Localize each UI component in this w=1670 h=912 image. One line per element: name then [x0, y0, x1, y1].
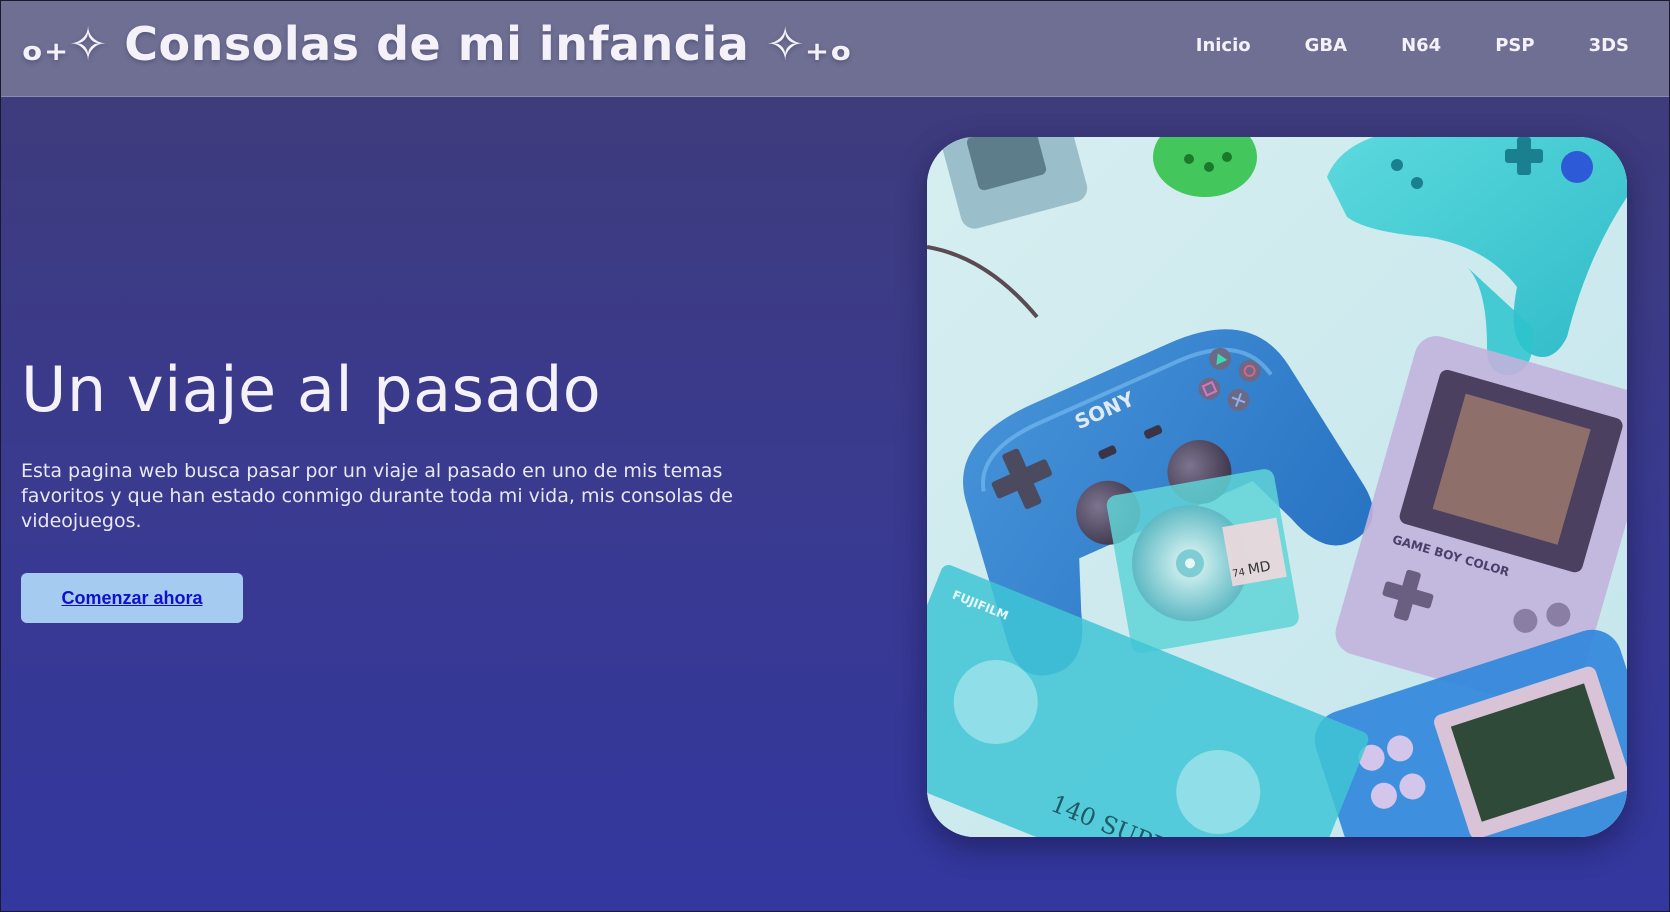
nav-link-n64[interactable]: N64	[1401, 35, 1441, 56]
hero-description: Esta pagina web busca pasar por un viaje…	[21, 460, 733, 532]
hero-heading: Un viaje al pasado	[21, 353, 602, 426]
minidisc: MD 74	[1106, 469, 1299, 654]
site-title[interactable]: ₒ₊✧ Consolas de mi infancia ✧₊ₒ	[21, 17, 853, 71]
nav-link-gba[interactable]: GBA	[1305, 35, 1347, 56]
consoles-illustration: SONY MD 74 GAME BOY COLOR FUJIFILM 140 S…	[927, 137, 1627, 837]
nav-links: Inicio GBA N64 PSP 3DS	[1142, 35, 1629, 56]
start-now-button[interactable]: Comenzar ahora	[21, 573, 243, 623]
navbar: ₒ₊✧ Consolas de mi infancia ✧₊ₒ Inicio G…	[1, 1, 1669, 97]
nav-link-3ds[interactable]: 3DS	[1589, 35, 1629, 56]
hero-image-consoles: SONY MD 74 GAME BOY COLOR FUJIFILM 140 S…	[927, 137, 1627, 837]
nav-link-psp[interactable]: PSP	[1495, 35, 1534, 56]
nav-link-inicio[interactable]: Inicio	[1196, 35, 1251, 56]
start-now-label[interactable]: Comenzar ahora	[61, 588, 202, 609]
minidisc-number: 74	[1232, 567, 1246, 580]
